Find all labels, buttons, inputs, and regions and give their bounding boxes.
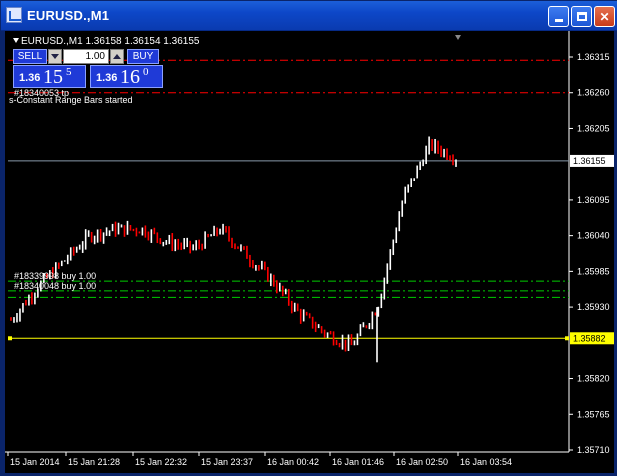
chart-shift-marker[interactable]: [455, 35, 461, 40]
time-tick-label: 15 Jan 23:37: [201, 457, 253, 467]
sell-price-prefix: 1.36: [19, 72, 41, 84]
sell-price-button[interactable]: 1.36 15 5: [13, 65, 86, 88]
time-tick-label: 16 Jan 02:50: [396, 457, 448, 467]
marker-handle-left[interactable]: [8, 336, 12, 341]
buy-price-button[interactable]: 1.36 16 0: [90, 65, 163, 88]
chevron-up-icon: [113, 54, 121, 59]
buy-price-fraction: 0: [143, 66, 149, 78]
volume-decrease-button[interactable]: [48, 49, 62, 64]
volume-input[interactable]: 1.00: [63, 49, 109, 64]
price-tick-label: 1.36260: [577, 88, 610, 98]
sell-button[interactable]: SELL: [13, 49, 47, 64]
title-bar[interactable]: EURUSD.,M1 ✕: [1, 1, 617, 31]
buy-price-pips: 16: [120, 66, 140, 88]
price-tick-label: 1.36040: [577, 231, 610, 241]
minimize-button[interactable]: [548, 6, 569, 27]
sell-price-pips: 15: [43, 66, 63, 88]
price-chart[interactable]: 1.36315 1.36260 1.36205 1.36095 1.36040 1.359…: [5, 31, 614, 473]
time-tick-label: 16 Jan 03:54: [460, 457, 512, 467]
price-tick-label: 1.35710: [577, 445, 610, 455]
time-tick-label: 16 Jan 01:46: [332, 457, 384, 467]
price-tick-label: 1.35820: [577, 374, 610, 384]
symbol-info-text: EURUSD.,M1 1.36158 1.36154 1.36155: [21, 36, 200, 47]
order-label-a: #18339998 buy 1.00: [14, 271, 97, 281]
price-tick-label: 1.36095: [577, 195, 610, 205]
buy-button[interactable]: BUY: [127, 49, 159, 64]
time-tick-label: 16 Jan 00:42: [267, 457, 319, 467]
marker-handle-right[interactable]: [565, 336, 569, 341]
marker-price-label: 1.35882: [573, 333, 606, 343]
bid-price-label: 1.36155: [573, 156, 606, 166]
time-tick-label: 15 Jan 21:28: [68, 457, 120, 467]
price-tick-label: 1.35930: [577, 302, 610, 312]
volume-increase-button[interactable]: [110, 49, 124, 64]
chart-window: EURUSD.,M1 ✕ 1.36315 1.36260 1.36205 1.3609…: [0, 0, 617, 476]
chart-window-icon: [6, 7, 22, 23]
minimize-icon: [554, 19, 563, 22]
symbol-info: EURUSD.,M1 1.36158 1.36154 1.36155: [13, 36, 199, 47]
chevron-down-icon: [51, 54, 59, 59]
price-tick-label: 1.35765: [577, 409, 610, 419]
script-status-label: s-Constant Range Bars started: [9, 95, 133, 105]
one-click-trading-panel: SELL 1.00 BUY 1.36 15 5 1.36 16 0: [13, 49, 169, 89]
time-tick-label: 15 Jan 22:32: [135, 457, 187, 467]
maximize-button[interactable]: [571, 6, 592, 27]
sell-price-fraction: 5: [66, 66, 72, 78]
close-icon: ✕: [599, 9, 610, 24]
maximize-icon: [576, 12, 587, 21]
price-tick-label: 1.35985: [577, 266, 610, 276]
buy-price-prefix: 1.36: [96, 72, 118, 84]
price-tick-label: 1.36315: [577, 52, 610, 62]
window-title: EURUSD.,M1: [27, 8, 110, 23]
time-tick-label: 15 Jan 2014: [10, 457, 60, 467]
close-button[interactable]: ✕: [594, 6, 615, 27]
order-label-b: #18340048 buy 1.00: [14, 281, 97, 291]
price-tick-label: 1.36205: [577, 123, 610, 133]
collapse-triangle-icon[interactable]: [13, 38, 19, 43]
